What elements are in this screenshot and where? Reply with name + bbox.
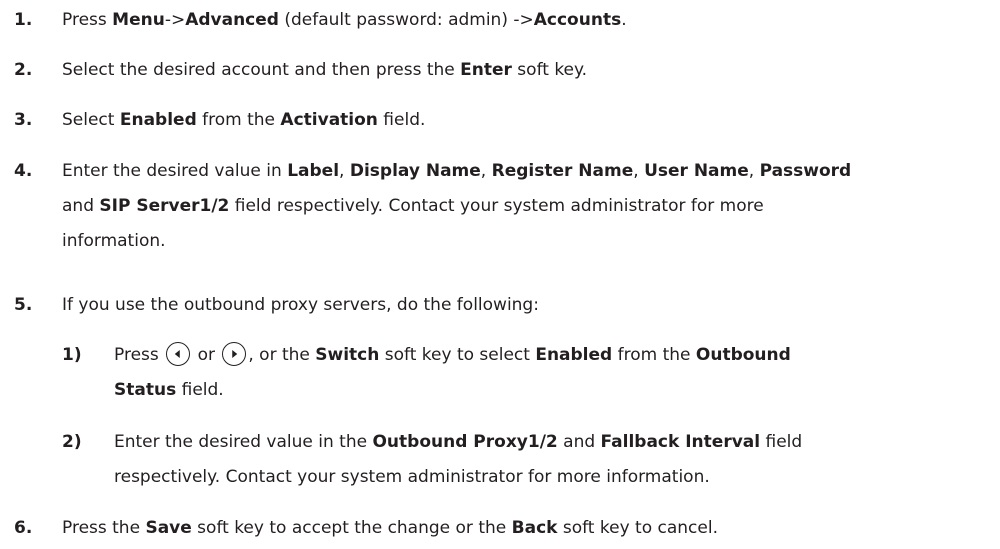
step-text: If you use the outbound proxy servers, d… <box>62 295 539 315</box>
substep-line: respectively. Contact your system admini… <box>114 467 710 487</box>
step-number: 2. <box>14 60 33 80</box>
substep-line: Status field. <box>114 380 224 400</box>
activation-term: Activation <box>280 110 378 130</box>
substep-number: 1) <box>62 345 82 365</box>
step-number: 1. <box>14 10 33 30</box>
step-number: 6. <box>14 518 33 538</box>
accounts-term: Accounts <box>533 10 622 30</box>
substep-line: Enter the desired value in the Outbound … <box>114 432 803 452</box>
substep-text: Enter the desired value in the Outbound … <box>114 425 984 495</box>
step-text: Enter the desired value in Label, Displa… <box>62 154 987 259</box>
step-number: 5. <box>14 295 33 315</box>
menu-term: Menu <box>112 10 165 30</box>
step-number: 3. <box>14 110 33 130</box>
step-text: Press the Save soft key to accept the ch… <box>62 518 718 538</box>
step-text: Select Enabled from the Activation field… <box>62 110 426 130</box>
right-arrow-key-icon <box>222 342 247 366</box>
step-text: Press Menu->Advanced (default password: … <box>62 10 627 30</box>
step-line: and SIP Server1/2 field respectively. Co… <box>62 196 764 216</box>
save-term: Save <box>145 518 192 538</box>
substep-line: Press or , or the Switch soft key to sel… <box>114 338 984 373</box>
step-line: Enter the desired value in Label, Displa… <box>62 161 852 181</box>
step-line: information. <box>62 231 166 251</box>
left-arrow-key-icon <box>166 342 191 366</box>
enter-term: Enter <box>460 60 512 80</box>
substep-number: 2) <box>62 432 82 452</box>
enabled-term: Enabled <box>119 110 197 130</box>
step-number: 4. <box>14 161 33 181</box>
substep-text: Press or , or the Switch soft key to sel… <box>114 338 984 408</box>
advanced-term: Advanced <box>185 10 279 30</box>
back-term: Back <box>511 518 558 538</box>
step-text: Select the desired account and then pres… <box>62 60 588 80</box>
instruction-document: 1. Press Menu->Advanced (default passwor… <box>0 0 1000 549</box>
